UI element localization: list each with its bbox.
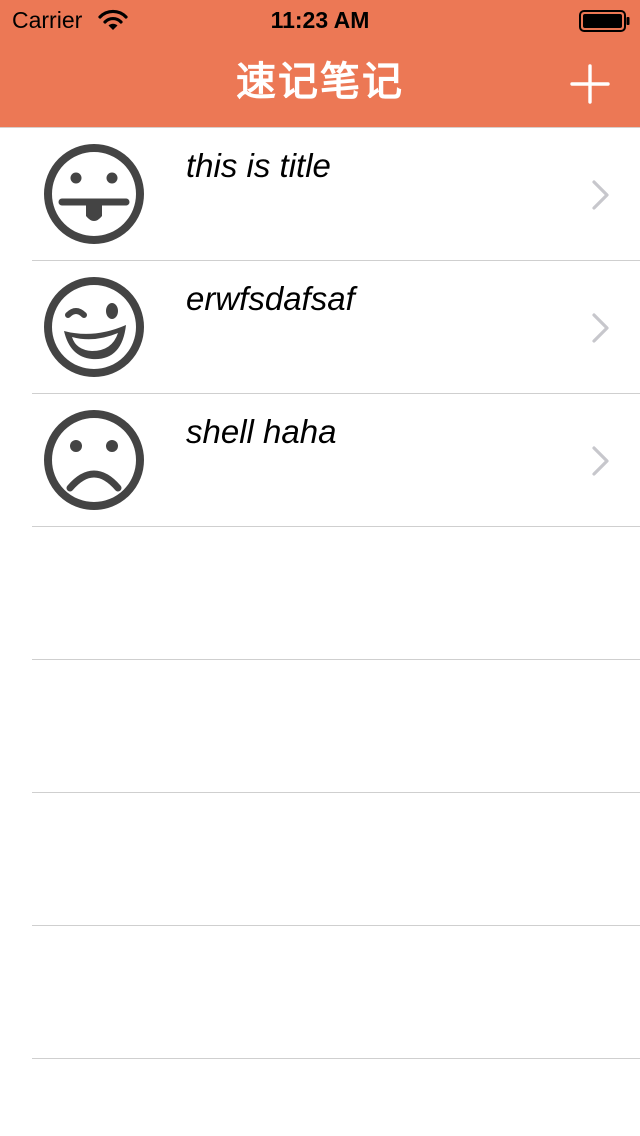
battery-icon xyxy=(579,10,630,32)
screen: Carrier 11:23 AM 速记笔记 this is title erwf… xyxy=(0,0,640,1136)
chevron-right-icon xyxy=(592,446,609,476)
list-item[interactable]: shell haha xyxy=(0,394,640,527)
chevron-right-icon xyxy=(592,180,609,210)
empty-row xyxy=(0,660,640,793)
tongue-out-face-icon xyxy=(44,144,144,244)
empty-row xyxy=(0,527,640,660)
list-item[interactable]: erwfsdafsaf xyxy=(0,261,640,394)
status-bar: Carrier 11:23 AM xyxy=(0,0,640,40)
list-item[interactable]: this is title xyxy=(0,128,640,261)
winking-face-icon xyxy=(44,277,144,377)
empty-row xyxy=(0,926,640,1059)
navigation-bar: Carrier 11:23 AM 速记笔记 xyxy=(0,0,640,128)
plus-icon[interactable] xyxy=(562,56,618,112)
note-title: shell haha xyxy=(186,413,337,450)
page-title: 速记笔记 xyxy=(236,60,404,104)
note-title: this is title xyxy=(186,147,331,184)
notes-list: this is title erwfsdafsaf shell haha xyxy=(0,128,640,1059)
sad-face-icon xyxy=(44,410,144,510)
empty-row xyxy=(0,793,640,926)
chevron-right-icon xyxy=(592,313,609,343)
row-separator xyxy=(32,1058,640,1059)
note-title: erwfsdafsaf xyxy=(186,280,355,317)
clock: 11:23 AM xyxy=(270,7,370,33)
